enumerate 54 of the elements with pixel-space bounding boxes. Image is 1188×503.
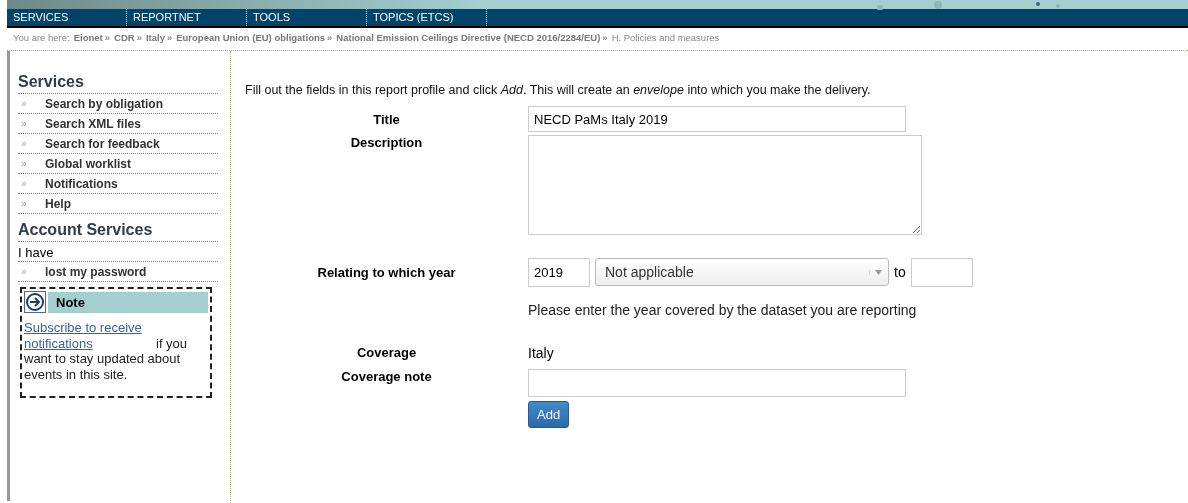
- field-label: Title: [372, 111, 401, 127]
- bullet-mark: »: [20, 266, 28, 277]
- sidebar-link[interactable]: Notifications: [45, 176, 118, 191]
- breadcrumb-link[interactable]: European Union (EU) obligations: [176, 32, 326, 43]
- bullet-mark: »: [20, 158, 28, 169]
- intro-text: Fill out the fields in this report profile and click Add. This will create an envelope into which you make the delivery.: [245, 83, 872, 97]
- nav-link[interactable]: SERVICES: [7, 9, 127, 26]
- coverage-value: Italy: [528, 345, 554, 361]
- subscribe-link[interactable]: Subscribe to receive notifications: [24, 320, 156, 352]
- bullet-mark: »: [20, 198, 28, 209]
- add-button[interactable]: Add: [528, 401, 570, 428]
- sidebar-heading: Account Services: [18, 221, 218, 242]
- bullet-mark: »: [20, 138, 28, 149]
- description-field[interactable]: [528, 135, 922, 235]
- nav-link[interactable]: TOPICS (ETCS): [367, 9, 487, 26]
- nav-link[interactable]: TOOLS: [247, 9, 367, 26]
- sidebar-link[interactable]: lost my password: [45, 264, 147, 279]
- caret-icon: [869, 269, 882, 275]
- note-title: Note: [48, 291, 208, 313]
- sidebar-text: I have: [18, 245, 218, 262]
- title-field[interactable]: NECD PaMs Italy 2019: [528, 106, 906, 132]
- sidebar-link[interactable]: Search by obligation: [45, 96, 164, 111]
- bullet-mark: »: [20, 178, 28, 189]
- breadcrumb-separator: »: [136, 32, 142, 43]
- year-to-field[interactable]: [910, 257, 973, 287]
- arrow-icon: [24, 291, 46, 313]
- sidebar-heading: Services: [18, 73, 218, 94]
- sidebar-link[interactable]: Help: [45, 196, 71, 211]
- year-dropdown[interactable]: Not applicable: [595, 258, 889, 286]
- breadcrumb-label: You are here:: [13, 32, 70, 43]
- breadcrumb-separator: »: [327, 32, 333, 43]
- breadcrumb-separator: »: [166, 32, 173, 43]
- breadcrumb-separator: »: [104, 32, 111, 43]
- breadcrumb-link[interactable]: Eionet: [73, 32, 103, 43]
- hint-text: Please enter the year covered by the dataset you are reporting: [528, 302, 918, 318]
- field-label: Coverage note: [340, 369, 433, 384]
- note-text: Subscribe to receive notifications if you want to stay updated about events in this site.: [24, 320, 189, 383]
- breadcrumb-link[interactable]: Italy: [145, 32, 165, 43]
- year-field[interactable]: 2019: [528, 257, 590, 287]
- field-label: Relating to which year: [316, 264, 457, 280]
- breadcrumb-separator: »: [602, 32, 608, 43]
- bullet-mark: »: [20, 98, 28, 109]
- breadcrumb-current: H. Policies and measures: [611, 32, 720, 43]
- breadcrumb-link[interactable]: National Emission Ceilings Directive (NECD 2016/2284/EU): [336, 32, 601, 43]
- field-label: Coverage: [355, 345, 418, 360]
- sidebar-link[interactable]: Search for feedback: [45, 136, 160, 151]
- coverage-note-field[interactable]: [528, 369, 906, 397]
- bullet-mark: »: [20, 118, 28, 129]
- breadcrumb-link[interactable]: CDR: [114, 32, 135, 43]
- sidebar-link[interactable]: Search XML files: [45, 116, 141, 131]
- field-label: Description: [349, 134, 424, 150]
- sidebar-link[interactable]: Global worklist: [45, 156, 131, 171]
- nav-link[interactable]: REPORTNET: [127, 9, 247, 26]
- field-label: to: [894, 264, 906, 280]
